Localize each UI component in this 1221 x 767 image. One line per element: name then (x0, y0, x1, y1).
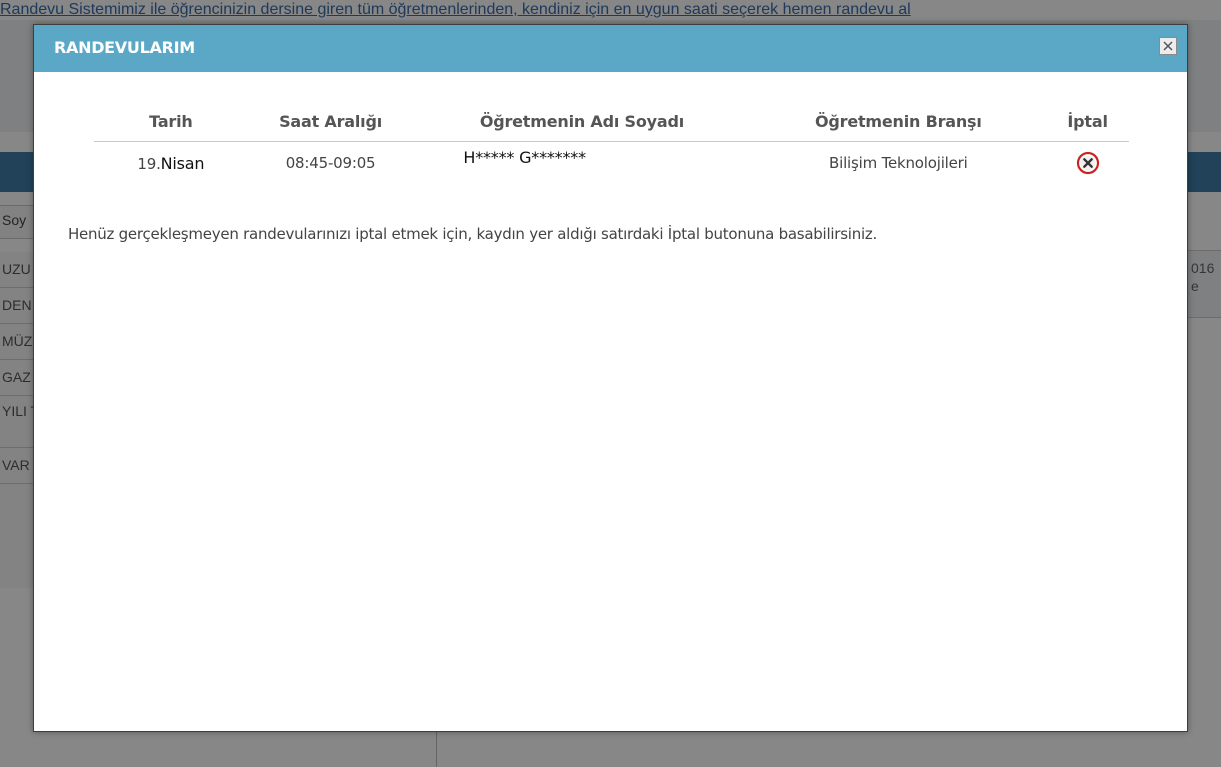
cancel-circle-icon (1076, 151, 1099, 175)
appointment-day: 19. (137, 154, 161, 173)
column-header-brans: Öğretmenin Branşı (750, 105, 1047, 142)
column-header-tarih: Tarih (94, 105, 248, 142)
appointment-time-range: 08:45-09:05 (285, 154, 376, 172)
cancel-appointment-button[interactable] (1076, 151, 1100, 175)
teacher-branch: Bilişim Teknolojileri (829, 154, 968, 172)
table-header-row: Tarih Saat Aralığı Öğretmenin Adı Soyadı… (94, 105, 1129, 142)
cancel-cell (1046, 142, 1129, 185)
appointment-month: Nisan (160, 153, 205, 173)
column-header-ogretmen: Öğretmenin Adı Soyadı (413, 105, 751, 142)
column-header-saat: Saat Aralığı (247, 105, 414, 142)
close-button[interactable] (1159, 37, 1177, 55)
table-row: 19.Nisan 08:45-09:05 H***** G******* Bil… (94, 142, 1129, 185)
cancel-info-text: Henüz gerçekleşmeyen randevularınızı ipt… (68, 225, 878, 243)
close-icon (1163, 41, 1173, 51)
column-header-iptal: İptal (1046, 105, 1129, 142)
dialog-title: RANDEVULARIM (54, 38, 195, 57)
dialog-header: RANDEVULARIM (34, 25, 1187, 72)
teacher-name: H***** G******* (463, 148, 586, 167)
appointment-date: 19.Nisan (94, 142, 248, 185)
appointments-table: Tarih Saat Aralığı Öğretmenin Adı Soyadı… (94, 105, 1129, 184)
appointments-dialog: RANDEVULARIM Tarih Saat Aralığı Öğretmen… (33, 24, 1188, 732)
